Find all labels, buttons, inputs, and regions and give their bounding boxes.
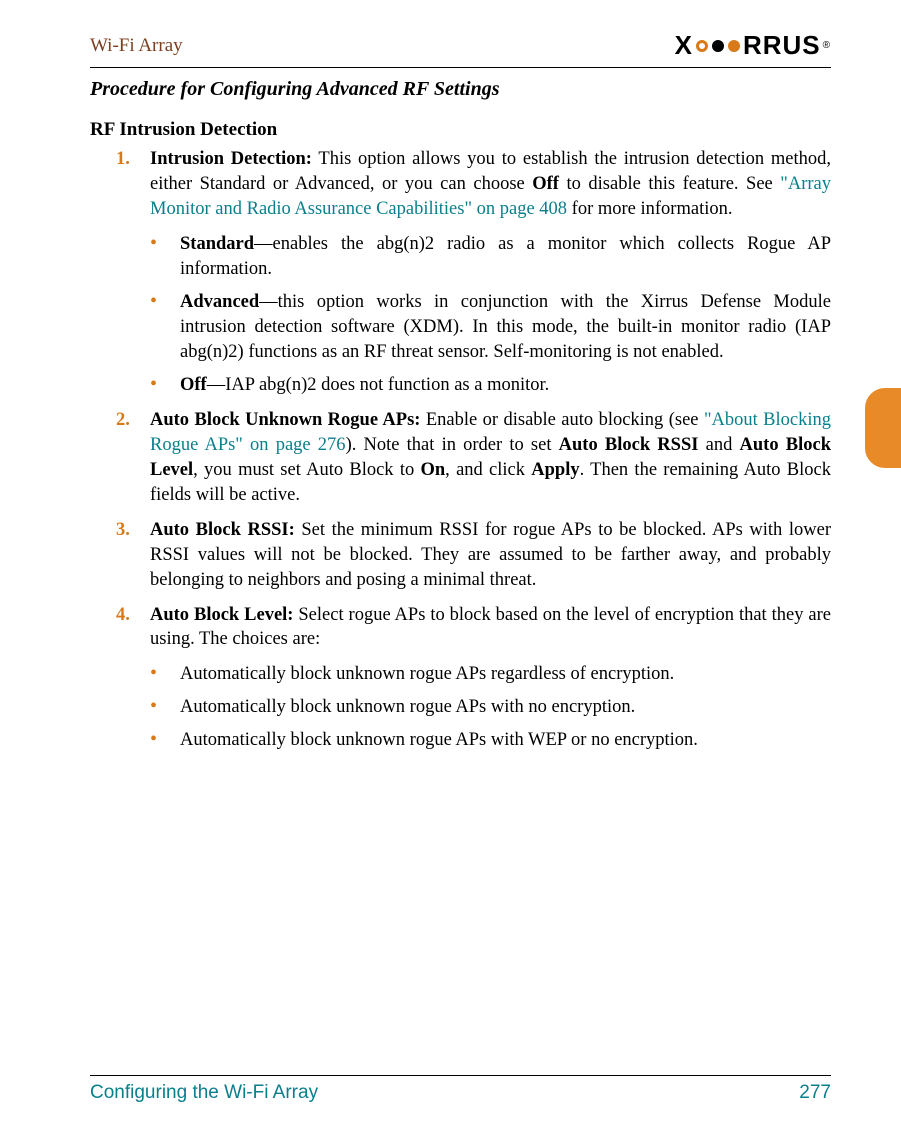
item-lead: Auto Block RSSI:: [150, 520, 295, 540]
item-body: Auto Block Unknown Rogue APs: Enable or …: [150, 408, 831, 508]
item-body: Standard—enables the abg(n)2 radio as a …: [180, 232, 831, 282]
text: ). Note that in order to set: [346, 435, 559, 455]
text: to disable this feature. See: [559, 174, 780, 194]
text: and: [698, 435, 739, 455]
text: for more information.: [567, 199, 732, 219]
logo-dot-icon: [696, 40, 708, 52]
procedure-title: Procedure for Configuring Advanced RF Se…: [90, 78, 831, 101]
bullet-icon: •: [150, 290, 180, 365]
item-body: Intrusion Detection: This option allows …: [150, 147, 831, 222]
list-item: 2. Auto Block Unknown Rogue APs: Enable …: [90, 408, 831, 508]
footer-rule: [90, 1075, 831, 1076]
list-item: • Automatically block unknown rogue APs …: [90, 695, 831, 720]
item-lead: Advanced: [180, 292, 259, 312]
item-lead: Auto Block Unknown Rogue APs:: [150, 410, 420, 430]
running-head: Wi-Fi Array X RRUS ®: [90, 30, 831, 61]
header-rule: [90, 67, 831, 68]
item-lead: Auto Block Level:: [150, 605, 293, 625]
list-item: 3. Auto Block RSSI: Set the minimum RSSI…: [90, 518, 831, 593]
item-lead: Standard: [180, 234, 254, 254]
section-heading: RF Intrusion Detection: [90, 119, 831, 141]
body-content: 1. Intrusion Detection: This option allo…: [90, 147, 831, 753]
item-lead: Intrusion Detection:: [150, 149, 312, 169]
brand-logo: X RRUS ®: [675, 30, 831, 61]
logo-text-left: X: [675, 30, 693, 61]
item-number: 3.: [116, 518, 150, 593]
text: —this option works in conjunction with t…: [180, 292, 831, 362]
item-body: Automatically block unknown rogue APs re…: [180, 662, 831, 687]
page-number: 277: [799, 1082, 831, 1104]
list-item: • Off—IAP abg(n)2 does not function as a…: [90, 373, 831, 398]
inline-bold: Off: [532, 174, 559, 194]
text: Enable or disable auto blocking (see: [420, 410, 703, 430]
item-body: Automatically block unknown rogue APs wi…: [180, 728, 831, 753]
logo-text-right: RRUS: [743, 30, 821, 61]
inline-bold: Apply: [531, 460, 579, 480]
bullet-icon: •: [150, 728, 180, 753]
bullet-icon: •: [150, 695, 180, 720]
item-number: 4.: [116, 603, 150, 653]
bullet-icon: •: [150, 232, 180, 282]
inline-bold: On: [420, 460, 445, 480]
text: Automatically block unknown rogue APs re…: [180, 664, 674, 684]
item-body: Off—IAP abg(n)2 does not function as a m…: [180, 373, 831, 398]
item-number: 2.: [116, 408, 150, 508]
text: —IAP abg(n)2 does not function as a moni…: [207, 375, 550, 395]
bullet-list: • Automatically block unknown rogue APs …: [90, 662, 831, 753]
item-body: Auto Block Level: Select rogue APs to bl…: [150, 603, 831, 653]
text: —enables the abg(n)2 radio as a monitor …: [180, 234, 831, 279]
logo-registered-icon: ®: [823, 40, 831, 51]
item-body: Automatically block unknown rogue APs wi…: [180, 695, 831, 720]
bullet-icon: •: [150, 373, 180, 398]
bullet-icon: •: [150, 662, 180, 687]
footer-row: Configuring the Wi-Fi Array 277: [90, 1082, 831, 1104]
item-body: Advanced—this option works in conjunctio…: [180, 290, 831, 365]
text: Automatically block unknown rogue APs wi…: [180, 730, 698, 750]
list-item: • Standard—enables the abg(n)2 radio as …: [90, 232, 831, 282]
list-item: 4. Auto Block Level: Select rogue APs to…: [90, 603, 831, 653]
item-lead: Off: [180, 375, 207, 395]
text: , and click: [445, 460, 531, 480]
page: Wi-Fi Array X RRUS ® Procedure for Confi…: [0, 0, 901, 1136]
logo-dot-icon: [728, 40, 740, 52]
bullet-list: • Standard—enables the abg(n)2 radio as …: [90, 232, 831, 398]
item-body: Auto Block RSSI: Set the minimum RSSI fo…: [150, 518, 831, 593]
page-footer: Configuring the Wi-Fi Array 277: [90, 1075, 831, 1104]
list-item: 1. Intrusion Detection: This option allo…: [90, 147, 831, 222]
text: , you must set Auto Block to: [193, 460, 420, 480]
footer-left: Configuring the Wi-Fi Array: [90, 1082, 318, 1104]
list-item: • Advanced—this option works in conjunct…: [90, 290, 831, 365]
list-item: • Automatically block unknown rogue APs …: [90, 662, 831, 687]
running-head-title: Wi-Fi Array: [90, 35, 183, 57]
section-thumb-tab: [865, 388, 901, 468]
logo-dot-icon: [712, 40, 724, 52]
text: Automatically block unknown rogue APs wi…: [180, 697, 635, 717]
item-number: 1.: [116, 147, 150, 222]
inline-bold: Auto Block RSSI: [559, 435, 699, 455]
list-item: • Automatically block unknown rogue APs …: [90, 728, 831, 753]
